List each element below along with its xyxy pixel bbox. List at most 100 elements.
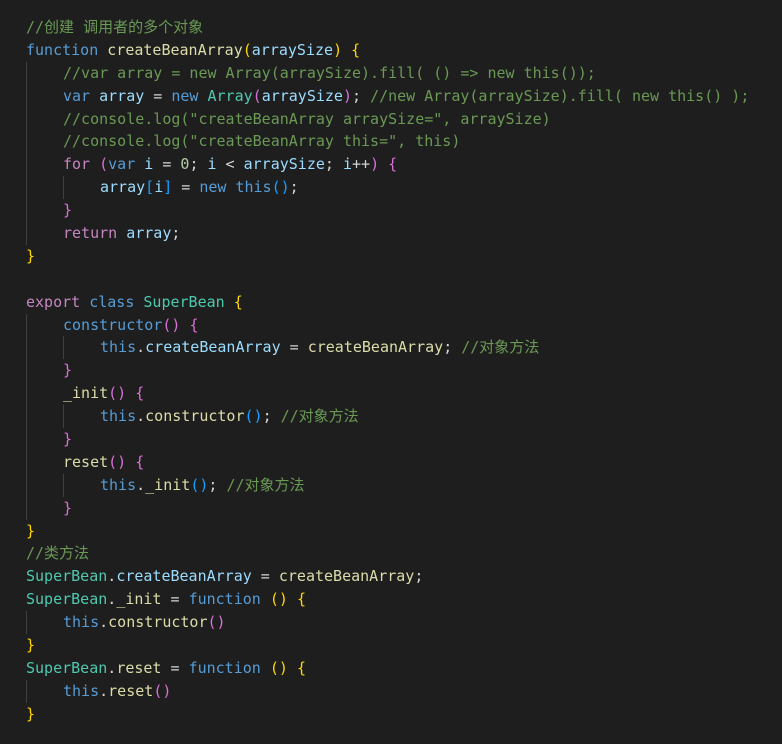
code-line[interactable]: //创建 调用者的多个对象	[0, 16, 782, 39]
indent-guide	[26, 382, 27, 406]
code-line[interactable]: //console.log("createBeanArray arraySize…	[0, 107, 782, 131]
code-line[interactable]: }	[0, 245, 782, 268]
code-line-content: //console.log("createBeanArray arraySize…	[26, 110, 551, 128]
code-token: ;	[262, 407, 281, 426]
code-line-content: this._init(); //对象方法	[26, 476, 305, 494]
code-token: }	[63, 430, 73, 449]
code-token: _init	[116, 590, 162, 609]
indent-guide	[26, 222, 27, 245]
code-line[interactable]: this._init(); //对象方法	[0, 473, 782, 497]
code-token: i	[154, 178, 164, 197]
code-line-content: this.createBeanArray = createBeanArray; …	[26, 338, 539, 356]
code-token: reset	[108, 681, 154, 700]
code-token: constructor	[63, 315, 163, 334]
indent-guide	[26, 428, 27, 451]
indent-guide	[26, 496, 27, 520]
code-line-content: var array = new Array(arraySize); //new …	[26, 87, 749, 105]
code-line[interactable]: SuperBean.reset = function () {	[0, 657, 782, 680]
code-line[interactable]: SuperBean._init = function () {	[0, 588, 782, 611]
code-token: createBeanArray	[116, 567, 252, 586]
code-line[interactable]: }	[0, 496, 782, 520]
code-token: {	[135, 452, 145, 471]
code-token: //对象方法	[280, 407, 359, 426]
code-token: createBeanArray	[307, 338, 444, 357]
code-line[interactable]: }	[0, 428, 782, 451]
code-line[interactable]: _init() {	[0, 382, 782, 406]
code-line[interactable]: var array = new Array(arraySize); //new …	[0, 84, 782, 108]
code-line[interactable]: constructor() {	[0, 313, 782, 337]
code-line[interactable]: //var array = new Array(arraySize).fill(…	[0, 61, 782, 85]
code-token: =	[161, 590, 189, 609]
code-line[interactable]: for (var i = 0; i < arraySize; i++) {	[0, 153, 782, 177]
code-token: }	[63, 361, 73, 380]
code-line-content: export class SuperBean {	[26, 293, 243, 311]
code-line[interactable]: function createBeanArray(arraySize) {	[0, 39, 782, 62]
code-line[interactable]: export class SuperBean {	[0, 291, 782, 314]
code-token: )	[333, 40, 343, 59]
code-line[interactable]: }	[0, 703, 782, 726]
code-token: }	[63, 201, 73, 220]
code-line-content: reset() {	[26, 453, 144, 471]
code-line[interactable]: //console.log("createBeanArray this=", t…	[0, 130, 782, 154]
code-line-content: }	[26, 201, 72, 219]
code-token: this	[63, 681, 100, 700]
code-line[interactable]: }	[0, 199, 782, 223]
code-line-content: //创建 调用者的多个对象	[26, 18, 203, 36]
code-token: array	[99, 86, 145, 105]
code-line[interactable]: this.createBeanArray = createBeanArray; …	[0, 336, 782, 360]
code-token: SuperBean	[143, 292, 225, 311]
indent-guide	[26, 679, 27, 703]
code-line-content: }	[26, 430, 72, 448]
indent-guide	[26, 84, 27, 108]
code-line[interactable]: reset() {	[0, 450, 782, 474]
code-editor[interactable]: //创建 调用者的多个对象 function createBeanArray(ar…	[0, 0, 782, 744]
code-line[interactable]: }	[0, 634, 782, 657]
code-line-content: }	[26, 361, 72, 379]
code-token: ;	[171, 224, 181, 243]
code-line[interactable]: }	[0, 520, 782, 543]
code-token: arraySize	[243, 155, 325, 174]
code-token: ()	[190, 475, 209, 494]
code-token: var	[108, 155, 136, 174]
code-line[interactable]: }	[0, 359, 782, 383]
indent-guide	[26, 611, 27, 635]
code-line[interactable]: this.constructor(); //对象方法	[0, 405, 782, 429]
code-token: (	[99, 155, 109, 174]
code-token: //console.log("createBeanArray this=", t…	[63, 132, 461, 151]
code-line[interactable]: array[i] = new this();	[0, 176, 782, 200]
code-token: var	[63, 86, 91, 105]
code-token: return	[63, 224, 118, 243]
code-line[interactable]: this.reset()	[0, 679, 782, 703]
code-line[interactable]: //类方法	[0, 542, 782, 565]
indent-guide	[26, 130, 27, 154]
code-line[interactable]: return array;	[0, 222, 782, 245]
code-token: =	[251, 567, 279, 586]
code-token: ()	[108, 452, 127, 471]
code-line[interactable]: SuperBean.createBeanArray = createBeanAr…	[0, 565, 782, 588]
code-line-content: constructor() {	[26, 316, 198, 334]
indent-guide	[26, 473, 27, 497]
code-token: class	[89, 292, 135, 311]
code-token: )	[342, 86, 352, 105]
code-token: new	[171, 86, 199, 105]
code-line-content: for (var i = 0; i < arraySize; i++) {	[26, 155, 397, 173]
code-line[interactable]	[0, 268, 782, 291]
code-token: createBeanArray	[278, 567, 415, 586]
code-token: SuperBean	[26, 567, 108, 586]
code-token: _init	[145, 475, 191, 494]
code-line[interactable]: this.constructor()	[0, 611, 782, 635]
indent-guide	[63, 336, 64, 360]
code-token: i	[207, 155, 217, 174]
code-token: [	[145, 178, 155, 197]
code-token: ()	[108, 384, 127, 403]
code-token: =	[144, 86, 172, 105]
indent-guide	[26, 313, 27, 337]
code-token: ;	[352, 86, 371, 105]
code-token: }	[63, 498, 73, 517]
